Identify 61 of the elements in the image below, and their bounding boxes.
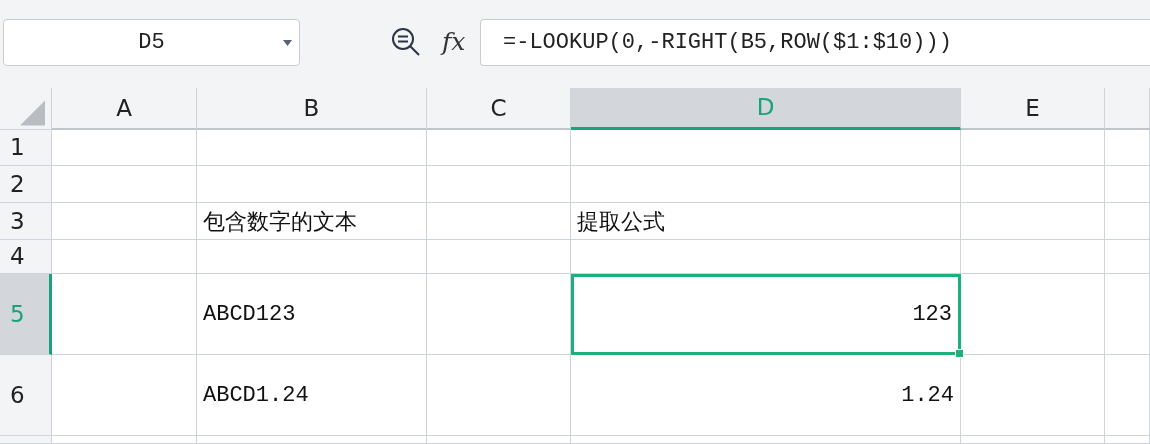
spreadsheet-cell[interactable] (1105, 274, 1150, 355)
column-header[interactable]: A (52, 88, 197, 130)
spreadsheet-cell[interactable] (571, 130, 961, 166)
zoom-icon[interactable] (390, 26, 422, 58)
column-header[interactable]: E (961, 88, 1105, 130)
spreadsheet-cell[interactable] (961, 436, 1105, 444)
spreadsheet-cell[interactable] (571, 166, 961, 203)
row-header[interactable] (0, 436, 52, 444)
spreadsheet-cell[interactable] (961, 240, 1105, 274)
spreadsheet-cell[interactable] (427, 240, 571, 274)
spreadsheet-cell[interactable] (427, 436, 571, 444)
caret-icon (283, 39, 292, 46)
spreadsheet-cell[interactable] (961, 130, 1105, 166)
spreadsheet-cell[interactable] (427, 355, 571, 436)
row-header[interactable]: 1 (0, 130, 52, 166)
column-header[interactable]: B (197, 88, 427, 130)
row-header[interactable]: 4 (0, 240, 52, 274)
spreadsheet-cell[interactable] (52, 240, 197, 274)
spreadsheet-cell[interactable] (197, 240, 427, 274)
spreadsheet-cell[interactable] (52, 355, 197, 436)
cell-reference: D5 (138, 28, 165, 57)
column-header[interactable] (1105, 88, 1150, 130)
spreadsheet-cell[interactable] (961, 355, 1105, 436)
spreadsheet-cell[interactable] (52, 274, 197, 355)
spreadsheet-cell[interactable] (1105, 436, 1150, 444)
name-box[interactable]: D5 (3, 18, 300, 66)
spreadsheet-cell[interactable] (1105, 240, 1150, 274)
fill-handle[interactable] (955, 349, 964, 358)
spreadsheet-cell[interactable] (1105, 130, 1150, 166)
spreadsheet-cell[interactable] (961, 203, 1105, 240)
spreadsheet-cell[interactable] (571, 436, 961, 444)
spreadsheet-cell[interactable] (571, 240, 961, 274)
spreadsheet-cell[interactable] (52, 203, 197, 240)
spreadsheet-cell[interactable] (197, 436, 427, 444)
spreadsheet-cell[interactable] (1105, 166, 1150, 203)
spreadsheet-cell[interactable]: ABCD123 (197, 274, 427, 355)
spreadsheet-cell[interactable]: ABCD1.24 (197, 355, 427, 436)
spreadsheet-cell[interactable] (961, 274, 1105, 355)
row-header[interactable]: 6 (0, 355, 52, 436)
spreadsheet-cell[interactable] (427, 166, 571, 203)
spreadsheet-cell[interactable]: 123 (571, 274, 961, 355)
formula-field[interactable]: =-LOOKUP(0,-RIGHT(B5,ROW($1:$10))) (480, 18, 1150, 66)
spreadsheet-cell[interactable] (427, 274, 571, 355)
spreadsheet-cell[interactable]: 包含数字的文本 (197, 203, 427, 240)
spreadsheet-cell[interactable] (1105, 355, 1150, 436)
spreadsheet-cell[interactable] (427, 130, 571, 166)
spreadsheet-cell[interactable] (52, 130, 197, 166)
spreadsheet-cell[interactable] (52, 166, 197, 203)
row-header[interactable]: 3 (0, 203, 52, 240)
spreadsheet-cell[interactable] (427, 203, 571, 240)
spreadsheet-cell[interactable]: 提取公式 (571, 203, 961, 240)
spreadsheet-cell[interactable] (52, 436, 197, 444)
row-header[interactable]: 2 (0, 166, 52, 203)
spreadsheet-cell[interactable] (197, 166, 427, 203)
function-label[interactable]: fx (442, 23, 480, 61)
spreadsheet-cell[interactable] (197, 130, 427, 166)
column-header[interactable]: C (427, 88, 571, 130)
spreadsheet-cell[interactable] (1105, 203, 1150, 240)
spreadsheet-cell[interactable]: 1.24 (571, 355, 961, 436)
spreadsheet-cell[interactable] (961, 166, 1105, 203)
select-all-icon[interactable] (20, 99, 45, 126)
